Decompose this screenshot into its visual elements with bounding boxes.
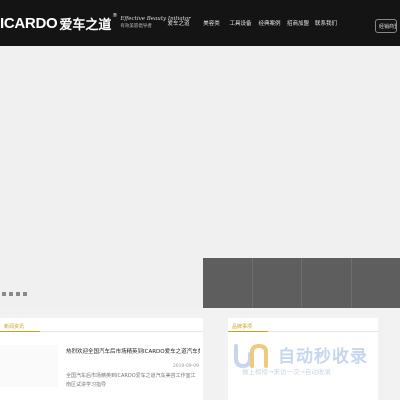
brand-heading[interactable]: 品牌事项 <box>232 323 252 330</box>
logo-brand: ICARDO <box>0 14 58 32</box>
main-nav: 爱车之道 美容类 工具设备 经典案例 招商加盟 联系我们 <box>160 0 340 46</box>
news-description: 全国汽车后市场精英到ICARDO爱车之道汽车美容工作室江南区试讲学习指导 <box>66 373 196 388</box>
nav-item-contact[interactable]: 联系我们 <box>312 0 340 46</box>
news-heading[interactable]: 新闻资讯 <box>4 323 24 330</box>
logo-registered-mark: ® <box>112 13 118 19</box>
watermark-main-text: 自动秒收录 <box>278 347 368 367</box>
banner-dot[interactable] <box>16 292 20 296</box>
news-panel-header: 新闻资讯 <box>0 318 203 332</box>
news-date: 2019-09-09 <box>172 364 199 369</box>
banner-thumbnail[interactable] <box>351 258 400 308</box>
banner-thumbnails <box>203 258 400 308</box>
nav-item-beauty[interactable]: 美容类 <box>197 0 226 46</box>
news-panel: 新闻资讯 热烈欢迎全国汽车后市场精英到ICARDO爱车之道汽车美容工作室江...… <box>0 318 203 400</box>
banner-pagination <box>2 292 27 296</box>
watermark-sub-text: 做上榜榜→来访一次→自动收录 <box>242 368 331 376</box>
nav-item-franchise[interactable]: 招商加盟 <box>284 0 312 46</box>
news-title-link[interactable]: 热烈欢迎全国汽车后市场精英到ICARDO爱车之道汽车美容工作室江... <box>66 347 200 355</box>
brand-heading-underline <box>228 331 268 332</box>
banner-dot[interactable] <box>2 292 6 296</box>
nav-item-aichezhidao[interactable]: 爱车之道 <box>160 0 197 46</box>
brand-panel: 品牌事项 自动秒收录 做上榜榜→来访一次→自动收录 <box>228 318 378 400</box>
banner-thumbnail[interactable] <box>203 258 253 308</box>
news-thumbnail[interactable] <box>0 345 58 387</box>
logo-brand-cn: 爱车之道 <box>59 17 112 33</box>
banner-dot[interactable] <box>23 292 27 296</box>
banner-thumbnail[interactable] <box>252 258 302 308</box>
banner-dot[interactable] <box>9 292 13 296</box>
nav-item-tools[interactable]: 工具设备 <box>226 0 255 46</box>
site-header: ICARDO 爱车之道 ® Effective Beauty Initiator… <box>0 0 400 46</box>
news-heading-underline <box>0 331 40 332</box>
brand-panel-header: 品牌事项 <box>228 318 378 332</box>
nav-item-cases[interactable]: 经典案例 <box>255 0 284 46</box>
dealer-login-button[interactable]: 经销商登 <box>375 19 397 33</box>
banner-thumbnail[interactable] <box>302 258 352 308</box>
